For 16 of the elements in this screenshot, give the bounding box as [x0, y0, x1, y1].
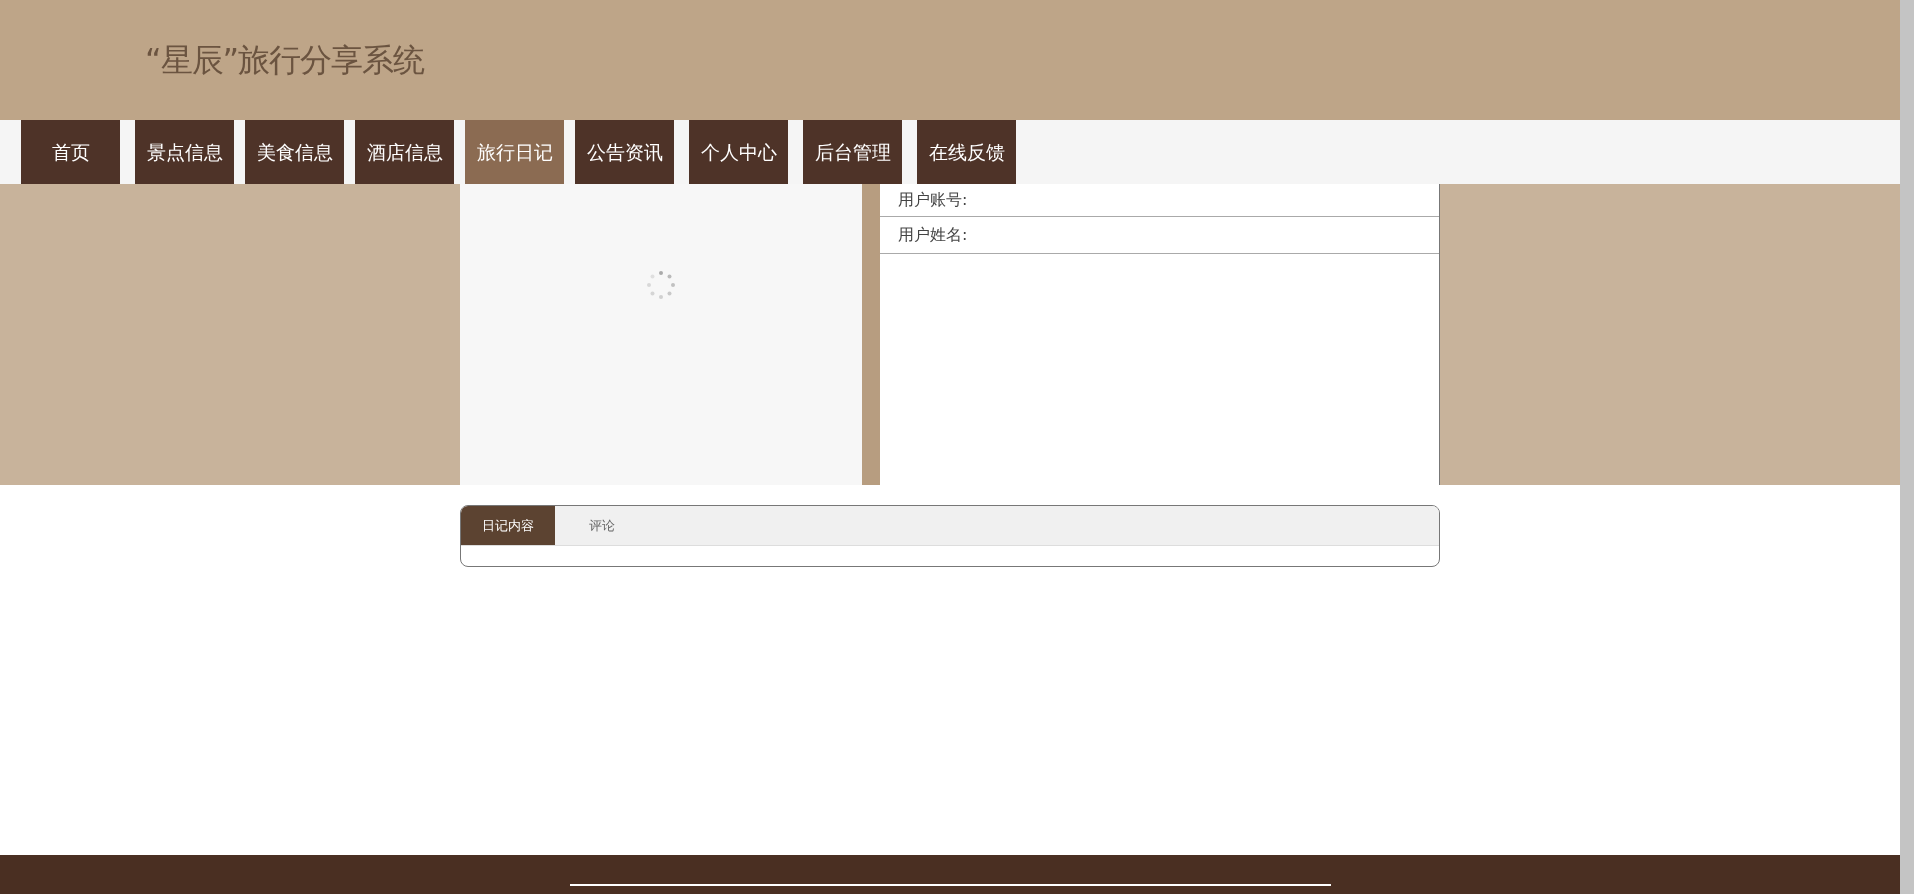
content-tab[interactable]: 评论 [555, 506, 649, 545]
content-tab[interactable]: 日记内容 [461, 506, 555, 545]
field-label: 用户姓名: [898, 224, 968, 246]
nav-tab[interactable]: 酒店信息 [355, 120, 454, 184]
nav-tab[interactable]: 公告资讯 [575, 120, 674, 184]
loading-spinner-icon [646, 270, 676, 300]
nav-tab[interactable]: 旅行日记 [465, 120, 564, 184]
nav-tab[interactable]: 后台管理 [803, 120, 902, 184]
nav-tab[interactable]: 在线反馈 [917, 120, 1016, 184]
nav-tab[interactable]: 首页 [21, 120, 120, 184]
nav-tab[interactable]: 景点信息 [135, 120, 234, 184]
nav-tab[interactable]: 美食信息 [245, 120, 344, 184]
field-label: 用户账号: [898, 189, 968, 211]
nav-tab[interactable]: 个人中心 [689, 120, 788, 184]
site-title: “星辰”旅行分享系统 [145, 40, 425, 81]
scrollbar[interactable] [1900, 0, 1914, 894]
